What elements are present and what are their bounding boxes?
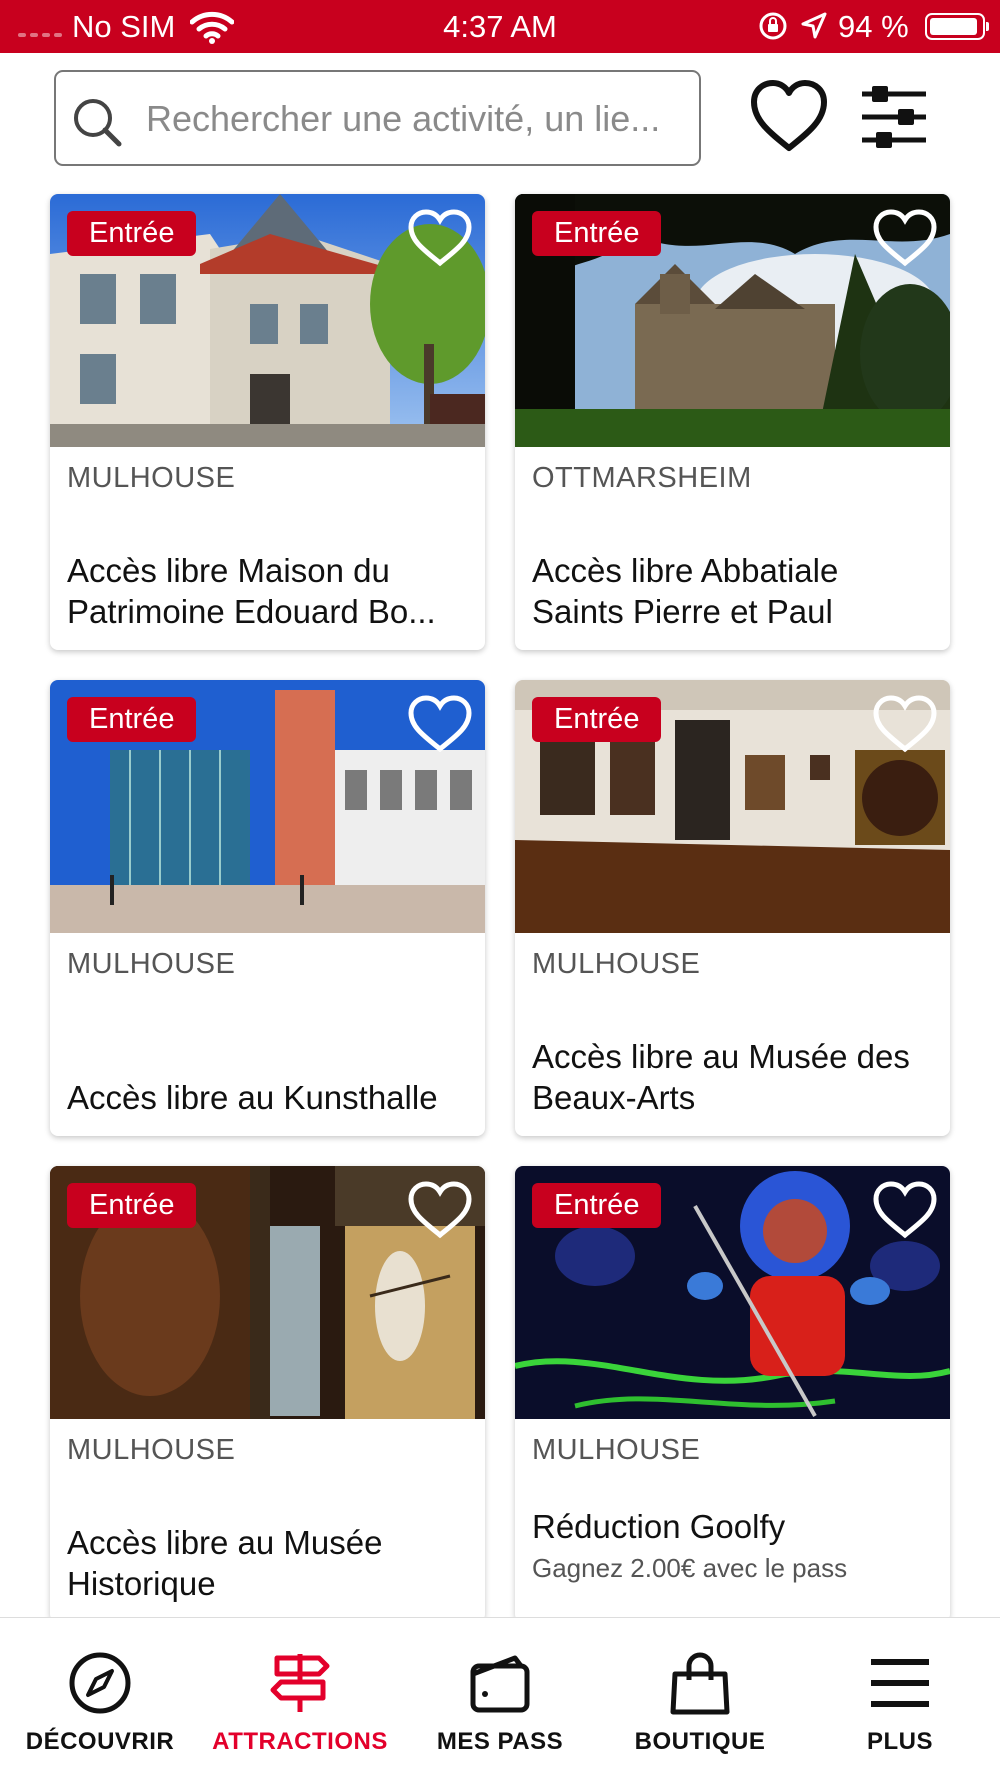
category-badge: Entrée <box>67 697 197 742</box>
attraction-card[interactable]: Entrée MULHOUSE Réduction Goolfy Gagnez … <box>515 1166 950 1622</box>
search-icon <box>74 99 122 147</box>
attraction-card[interactable]: Entrée MULHOUSE Accès libre au Kunsthall… <box>50 680 485 1136</box>
category-badge: Entrée <box>532 211 662 256</box>
signpost-icon <box>270 1654 330 1712</box>
card-title: Accès libre au Musée des Beaux-Arts <box>532 1038 910 1116</box>
card-city: MULHOUSE <box>67 1434 236 1466</box>
shopping-bag-icon <box>670 1652 730 1715</box>
attraction-card[interactable]: Entrée OTTMARSHEIM Accès libre Abbatiale… <box>515 194 950 650</box>
tab-label: PLUS <box>866 1728 933 1755</box>
tab-mes-pass[interactable]: MES PASS <box>400 1618 600 1779</box>
attraction-card[interactable]: Entrée MULHOUSE Accès libre au Musée des… <box>515 680 950 1136</box>
favorite-heart-icon[interactable] <box>872 1180 938 1240</box>
status-bar: No SIM 4:37 AM 94 % <box>0 0 1000 53</box>
card-city: MULHOUSE <box>67 462 236 494</box>
battery-icon <box>925 13 989 40</box>
tab-attractions[interactable]: ATTRACTIONS <box>200 1618 400 1779</box>
location-arrow-icon <box>801 12 827 39</box>
tab-plus[interactable]: PLUS <box>800 1618 1000 1779</box>
search-box[interactable] <box>54 70 701 166</box>
compass-icon <box>69 1652 131 1714</box>
bottom-tab-bar: DÉCOUVRIR ATTRACTIONS MES PASS BOUTIQUE … <box>0 1617 1000 1779</box>
wallet-icon <box>470 1655 530 1713</box>
rotation-lock-icon <box>759 12 787 40</box>
tab-label: BOUTIQUE <box>634 1728 766 1755</box>
card-title: Accès libre Maison du Patrimoine Edouard… <box>67 552 436 630</box>
category-badge: Entrée <box>67 1183 197 1228</box>
card-city: MULHOUSE <box>532 1434 701 1466</box>
card-city: OTTMARSHEIM <box>532 462 752 494</box>
tab-boutique[interactable]: BOUTIQUE <box>600 1618 800 1779</box>
card-discount-note: Gagnez 2.00€ avec le pass <box>532 1553 848 1583</box>
tab-label: ATTRACTIONS <box>212 1728 388 1755</box>
category-badge: Entrée <box>532 697 662 742</box>
card-title: Réduction Goolfy <box>532 1508 786 1545</box>
favorite-heart-icon[interactable] <box>407 1180 473 1240</box>
tab-label: MES PASS <box>436 1728 564 1755</box>
favorites-heart-icon[interactable] <box>749 78 829 154</box>
tab-label: DÉCOUVRIR <box>25 1728 175 1755</box>
card-city: MULHOUSE <box>67 948 236 980</box>
attraction-card[interactable]: Entrée MULHOUSE Accès libre Maison du Pa… <box>50 194 485 650</box>
favorite-heart-icon[interactable] <box>407 694 473 754</box>
category-badge: Entrée <box>67 211 197 256</box>
battery-percent: 94 % <box>838 9 909 44</box>
card-city: MULHOUSE <box>532 948 701 980</box>
attraction-card[interactable]: Entrée MULHOUSE Accès libre au Musée His… <box>50 1166 485 1622</box>
favorite-heart-icon[interactable] <box>407 208 473 268</box>
menu-icon <box>871 1659 929 1707</box>
favorite-heart-icon[interactable] <box>872 208 938 268</box>
category-badge: Entrée <box>532 1183 662 1228</box>
card-title: Accès libre au Musée Historique <box>67 1524 383 1602</box>
card-title: Accès libre au Kunsthalle <box>67 1079 438 1116</box>
search-input[interactable] <box>144 88 693 150</box>
filter-sliders-icon[interactable] <box>858 84 930 150</box>
tab-decouvrir[interactable]: DÉCOUVRIR <box>0 1618 200 1779</box>
card-title: Accès libre Abbatiale Saints Pierre et P… <box>532 552 839 630</box>
favorite-heart-icon[interactable] <box>872 694 938 754</box>
